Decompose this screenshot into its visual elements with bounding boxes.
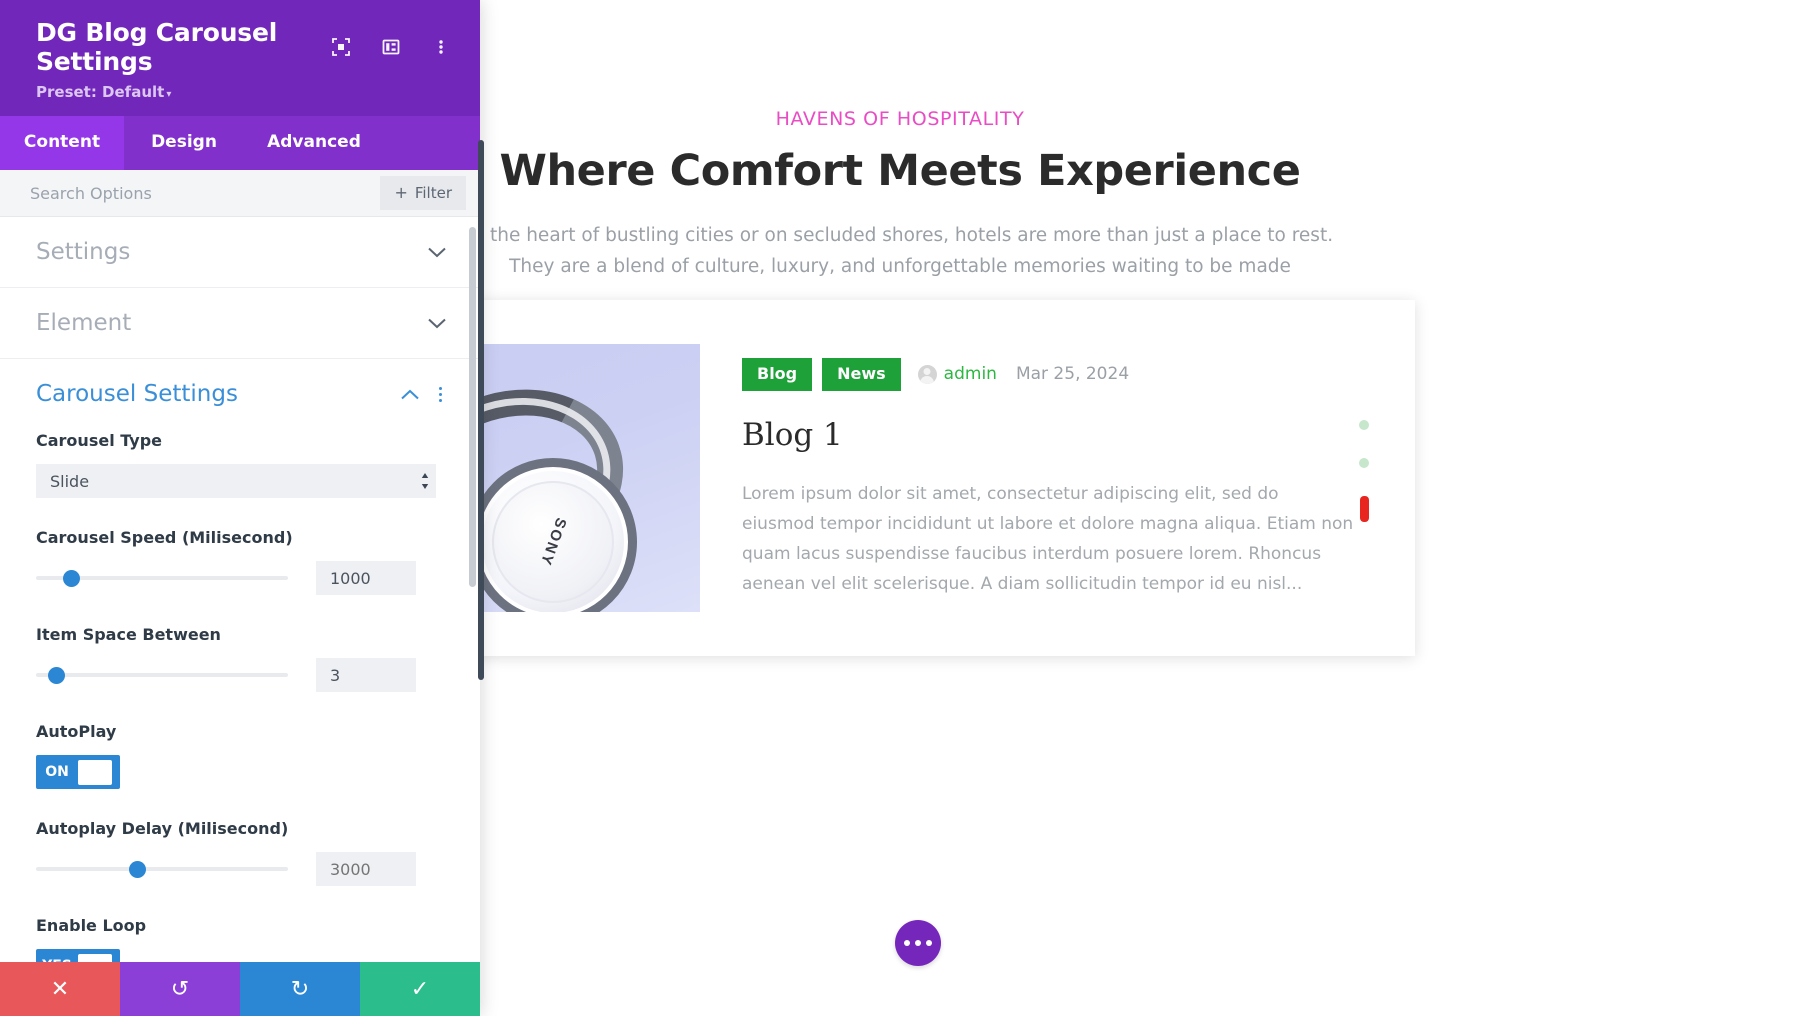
redo-button[interactable]: ↻ [240,962,360,1016]
slider-track [36,673,288,677]
plus-icon: + [394,183,408,202]
carousel-pagination[interactable] [1359,420,1369,522]
panel-footer: ✕ ↺ ↻ ✓ [0,962,480,1016]
category-badge-news[interactable]: News [822,357,901,391]
toggle-knob [78,759,112,785]
accordion-carousel-settings-label: Carousel Settings [36,381,238,407]
post-title[interactable]: Blog 1 [742,417,1355,453]
kebab-menu-icon[interactable] [430,36,452,58]
headphone-earcup-icon: SONY [469,458,637,612]
section-options-icon[interactable] [435,385,446,404]
module-settings-panel: DG Blog Carousel Settings Preset: Defaul… [0,0,480,1016]
blog-card[interactable]: SONY Blog News admin Mar 25, 2024 Blog 1… [415,300,1415,656]
save-button[interactable]: ✓ [360,962,480,1016]
panel-tabs: Content Design Advanced [0,116,480,170]
field-carousel-speed: Carousel Speed (Milisecond) [36,528,444,595]
tab-content[interactable]: Content [0,116,124,170]
field-autoplay: AutoPlay ON [36,722,444,789]
carousel-type-select[interactable]: Slide [36,464,436,498]
author-name[interactable]: admin [944,364,997,384]
blog-card-body: Blog News admin Mar 25, 2024 Blog 1 Lore… [700,357,1415,599]
tab-advanced[interactable]: Advanced [244,116,384,170]
enable-loop-label: Enable Loop [36,916,147,935]
carousel-settings-body: Carousel Type Slide Carousel Speed (Mili… [0,413,480,962]
search-input[interactable] [30,183,381,203]
field-carousel-type: Carousel Type Slide [36,431,444,498]
autoplay-delay-label: Autoplay Delay (Milisecond) [36,819,289,838]
sony-headphones-image: SONY [447,344,700,612]
accordion-settings[interactable]: Settings [0,217,480,288]
chevron-down-icon [428,318,446,328]
dot-icon [926,940,932,946]
layout-toggle-icon[interactable] [380,36,402,58]
field-enable-loop: Enable Loop YES [36,916,444,962]
chevron-up-icon [401,389,419,399]
post-excerpt: Lorem ipsum dolor sit amet, consectetur … [742,483,1354,594]
chevron-down-icon: ▾ [166,89,172,100]
author-block[interactable]: admin [917,364,997,384]
blog-meta-row: Blog News admin Mar 25, 2024 [742,357,1355,391]
check-icon: ✓ [410,976,430,1002]
carousel-speed-label: Carousel Speed (Milisecond) [36,528,293,547]
preset-selector[interactable]: Preset: Default ▾ [36,83,171,101]
carousel-speed-slider[interactable] [36,567,288,589]
close-icon: ✕ [50,976,70,1002]
slider-track [36,867,288,871]
autoplay-delay-input[interactable] [316,852,416,886]
accordion-settings-label: Settings [36,239,131,265]
accordion-carousel-settings[interactable]: Carousel Settings [0,359,480,413]
item-space-between-input[interactable] [316,658,416,692]
screen-root: HAVENS OF HOSPITALITY Where Comfort Meet… [0,0,1800,1016]
category-badge-blog[interactable]: Blog [742,357,813,391]
autoplay-label: AutoPlay [36,722,117,741]
item-space-between-slider[interactable] [36,664,288,686]
page-title: DG Blog Carousel Settings [36,18,278,76]
field-autoplay-delay: Autoplay Delay (Milisecond) [36,819,444,886]
add-module-button[interactable] [895,920,941,966]
cancel-button[interactable]: ✕ [0,962,120,1016]
filter-label: Filter [414,184,452,202]
enable-loop-toggle[interactable]: YES [36,949,120,962]
preset-label: Preset: Default [36,83,165,101]
autoplay-toggle[interactable]: ON [36,755,120,789]
hero-subtitle: In the heart of bustling cities or on se… [466,225,1334,277]
carousel-type-label: Carousel Type [36,431,162,450]
slider-thumb[interactable] [128,861,146,878]
undo-icon: ↺ [170,976,190,1002]
field-item-space-between: Item Space Between [36,625,444,692]
avatar-icon [917,364,937,384]
panel-header: DG Blog Carousel Settings Preset: Defaul… [0,0,480,116]
tab-design[interactable]: Design [124,116,244,170]
slider-thumb[interactable] [63,570,81,587]
carousel-speed-input[interactable] [316,561,416,595]
accordion-element[interactable]: Element [0,288,480,359]
accordion-element-label: Element [36,310,132,336]
item-space-between-label: Item Space Between [36,625,221,644]
autoplay-toggle-state: ON [45,764,69,780]
chevron-down-icon [428,247,446,257]
undo-button[interactable]: ↺ [120,962,240,1016]
pagination-dot[interactable] [1359,458,1369,468]
autoplay-delay-slider[interactable] [36,858,288,880]
toggle-knob [78,953,112,962]
redo-icon: ↻ [290,976,310,1002]
filter-button[interactable]: + Filter [380,176,466,210]
panel-scrollbar-thumb[interactable] [469,227,476,587]
focus-target-icon[interactable] [330,36,352,58]
enable-loop-toggle-state: YES [36,958,78,962]
slider-thumb[interactable] [48,667,66,684]
panel-scroll-area: Settings Element Carousel Settings Carou… [0,217,480,962]
panel-scrollbar-track[interactable] [469,217,478,962]
dot-icon [915,940,921,946]
pagination-dot[interactable] [1359,420,1369,430]
search-bar: + Filter [0,170,480,217]
blog-carousel[interactable]: SONY Blog News admin Mar 25, 2024 Blog 1… [415,300,1415,660]
post-date: Mar 25, 2024 [1015,364,1130,384]
pagination-active-indicator[interactable] [1359,496,1369,522]
dot-icon [904,940,910,946]
canvas-scrollbar-thumb[interactable] [478,140,484,680]
